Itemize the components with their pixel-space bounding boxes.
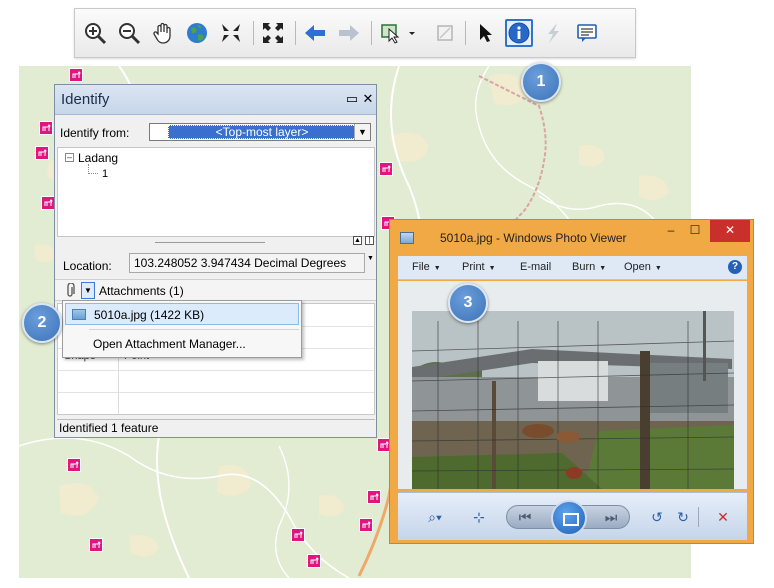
tree-layer-node[interactable]: Ladang: [78, 151, 118, 165]
callout-2: 2: [22, 303, 62, 343]
close-button[interactable]: ✕: [710, 220, 750, 242]
html-popup-icon[interactable]: [573, 19, 601, 47]
attachment-file-item[interactable]: 5010a.jpg (1422 KB): [65, 303, 299, 325]
next-icon[interactable]: ⏭: [601, 507, 621, 527]
callout-3: 3: [448, 283, 488, 323]
identify-title: Identify: [61, 91, 110, 108]
attachments-menu: 5010a.jpg (1422 KB) Open Attachment Mana…: [62, 300, 302, 358]
image-file-icon: [72, 309, 86, 320]
photo-viewer-menubar: File ▼ Print ▼ E-mail Burn ▼ Open ▼ ?: [398, 256, 747, 280]
menu-print[interactable]: Print ▼: [462, 261, 496, 273]
menu-open[interactable]: Open ▼: [624, 261, 662, 273]
identify-from-label: Identify from:: [60, 126, 130, 140]
zoom-out-icon[interactable]: [115, 19, 143, 47]
map-poi-marker[interactable]: [41, 196, 55, 210]
pane-splitter[interactable]: [155, 242, 265, 243]
zoom-in-icon[interactable]: [81, 19, 109, 47]
identify-window: Identify ▭ ✕ Identify from: <Top-most la…: [54, 84, 377, 438]
map-poi-marker[interactable]: [367, 490, 381, 504]
actual-size-icon[interactable]: ⊹: [468, 507, 490, 527]
attachments-bar: ▼ Attachments (1): [55, 279, 376, 301]
paperclip-icon: [67, 283, 75, 297]
map-poi-marker[interactable]: [39, 121, 53, 135]
clear-selection-icon[interactable]: [431, 19, 459, 47]
map-poi-marker[interactable]: [67, 458, 81, 472]
attachments-dropdown-button[interactable]: ▼: [81, 282, 95, 299]
delete-icon[interactable]: ✕: [712, 507, 734, 527]
photo-viewer-title: 5010a.jpg - Windows Photo Viewer: [440, 231, 627, 245]
select-features-icon[interactable]: [377, 19, 405, 47]
map-poi-marker[interactable]: [359, 518, 373, 532]
maximize-button[interactable]: ☐: [684, 220, 706, 242]
pane-split-icon[interactable]: |: [365, 236, 374, 245]
chevron-down-icon[interactable]: ▼: [354, 124, 370, 140]
fixed-zoom-in-icon[interactable]: [217, 19, 245, 47]
close-icon[interactable]: ✕: [361, 92, 375, 106]
navigation-controls: ⏮ ⏭: [506, 500, 630, 536]
photo-viewer-toolbar: ⌕▾ ⊹ ⏮ ⏭ ↺ ↻ ✕: [398, 492, 747, 540]
identify-icon[interactable]: [505, 19, 533, 47]
status-bar: Identified 1 feature: [57, 419, 375, 437]
globe-full-extent-icon[interactable]: [183, 19, 211, 47]
restore-window-icon[interactable]: ▭: [345, 92, 359, 106]
previous-icon[interactable]: ⏮: [515, 507, 535, 527]
location-units-dropdown-icon[interactable]: ▼: [367, 255, 374, 262]
callout-1: 1: [521, 62, 561, 102]
identify-from-value: <Top-most layer>: [168, 125, 356, 139]
map-poi-marker[interactable]: [291, 528, 305, 542]
attachments-label: Attachments (1): [99, 284, 184, 298]
select-elements-icon[interactable]: [471, 19, 499, 47]
attachment-file-label: 5010a.jpg (1422 KB): [94, 308, 205, 322]
identify-titlebar[interactable]: Identify ▭ ✕: [55, 85, 376, 115]
select-dropdown-icon[interactable]: [405, 19, 419, 47]
help-icon[interactable]: ?: [728, 260, 742, 274]
hyperlink-icon[interactable]: [539, 19, 567, 47]
results-tree: – Ladang 1: [57, 147, 375, 237]
slideshow-button[interactable]: [551, 500, 587, 536]
zoom-icon[interactable]: ⌕▾: [420, 507, 450, 527]
back-arrow-icon[interactable]: [301, 19, 329, 47]
tree-collapse-icon[interactable]: –: [65, 153, 74, 162]
open-attachment-manager-item[interactable]: Open Attachment Manager...: [93, 337, 246, 351]
pan-hand-icon[interactable]: [149, 19, 177, 47]
menu-file[interactable]: File ▼: [412, 261, 441, 273]
map-poi-marker[interactable]: [307, 554, 321, 568]
photo-viewer-window: 5010a.jpg - Windows Photo Viewer – ☐ ✕ F…: [389, 219, 754, 544]
menu-email[interactable]: E-mail: [520, 261, 551, 273]
map-poi-marker[interactable]: [35, 146, 49, 160]
tools-toolbar: [74, 8, 636, 58]
minimize-button[interactable]: –: [660, 220, 682, 242]
tree-feature-node[interactable]: 1: [102, 168, 108, 180]
map-poi-marker[interactable]: [379, 162, 393, 176]
photo-viewer-app-icon: [400, 232, 414, 244]
pane-toggle-icon[interactable]: ▲: [353, 236, 362, 245]
rotate-left-icon[interactable]: ↺: [646, 507, 668, 527]
map-poi-marker[interactable]: [89, 538, 103, 552]
rotate-right-icon[interactable]: ↻: [672, 507, 694, 527]
location-label: Location:: [63, 259, 112, 273]
forward-arrow-icon[interactable]: [335, 19, 363, 47]
identify-from-select[interactable]: <Top-most layer> ▼: [149, 123, 371, 141]
map-poi-marker[interactable]: [69, 68, 83, 82]
menu-burn[interactable]: Burn ▼: [572, 261, 606, 273]
fixed-zoom-out-icon[interactable]: [259, 19, 287, 47]
location-value: 103.248052 3.947434 Decimal Degrees: [129, 253, 365, 273]
